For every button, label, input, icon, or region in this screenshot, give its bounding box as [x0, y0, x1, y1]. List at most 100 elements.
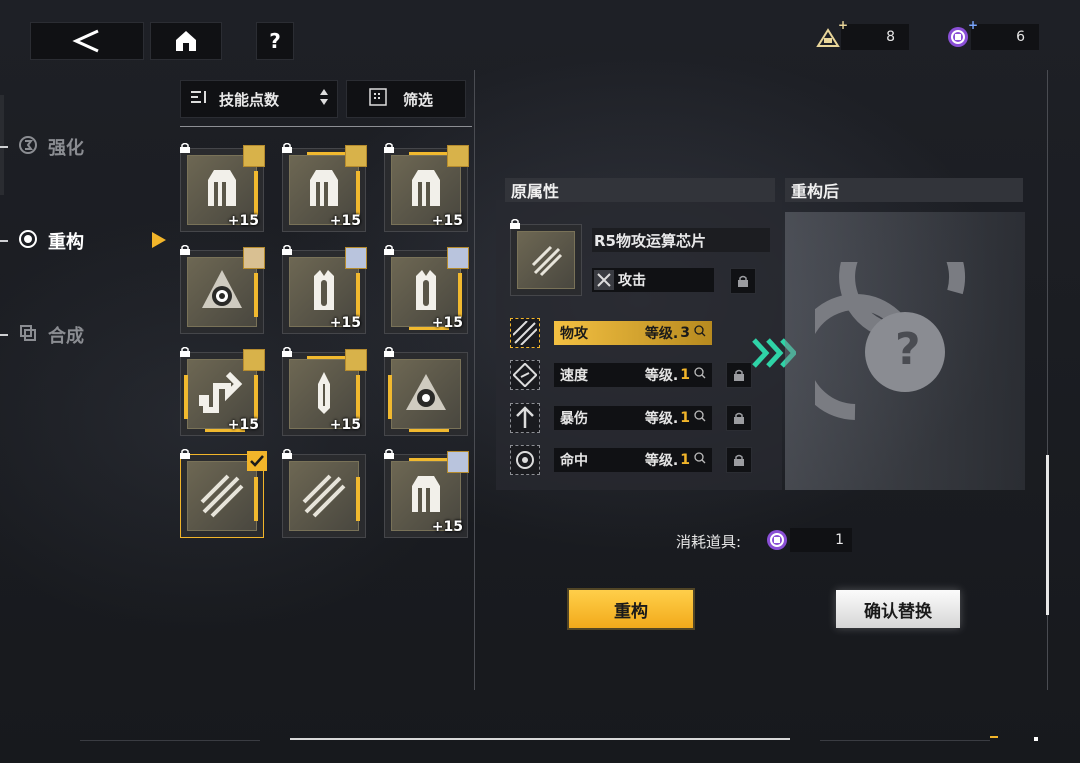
chip-card[interactable] — [180, 449, 267, 538]
chip-card[interactable]: +15 — [180, 143, 265, 232]
lock-icon — [730, 268, 756, 294]
currency-chip-value: 8 — [841, 24, 909, 50]
chip-rarity-bar — [307, 152, 347, 155]
back-arrow-icon — [72, 29, 102, 53]
confirm-replace-button[interactable]: 确认替换 — [836, 590, 960, 628]
chip-rarity-bar — [458, 273, 462, 317]
original-title: 原属性 — [505, 178, 775, 202]
chip-card[interactable]: +15 — [282, 143, 367, 232]
chip-rarity-bar — [254, 477, 258, 521]
nav-label-enhance: 强化 — [48, 138, 84, 159]
attribute-level: 1 — [680, 367, 690, 383]
rebuild-token-icon — [764, 527, 790, 553]
owner-avatar — [447, 145, 469, 167]
result-title: 重构后 — [785, 178, 1023, 202]
panel-divider-left — [474, 70, 475, 690]
main-stat: 攻击 — [592, 268, 714, 292]
attribute-row: 物攻 等级. 3 — [510, 318, 712, 348]
rebuild-token-icon: + — [945, 18, 978, 50]
lock-icon — [384, 245, 394, 255]
attribute-level-label: 等级. — [644, 368, 679, 384]
attribute-level-label: 等级. — [644, 411, 679, 427]
bottom-corner-mark — [990, 736, 998, 746]
owner-avatar — [345, 145, 367, 167]
chip-level: +15 — [329, 417, 361, 433]
sort-label: 技能点数 — [219, 90, 280, 109]
bottom-dot — [1034, 737, 1038, 741]
chip-level: +15 — [227, 213, 259, 229]
magnify-icon[interactable] — [694, 367, 706, 383]
chip-eye-icon — [406, 374, 446, 410]
lock-icon — [282, 143, 292, 153]
owner-avatar — [243, 247, 265, 269]
nav-item-synthesis[interactable]: 合成 — [0, 322, 84, 348]
cost-item: 1 — [764, 527, 852, 553]
chip-pillar-icon — [208, 170, 236, 206]
chip-preview — [510, 219, 582, 296]
filter-button[interactable]: 筛选 — [346, 80, 466, 118]
attribute-name: 物攻 — [560, 326, 588, 342]
sort-toggle-icon — [319, 88, 329, 110]
attribute-icon — [510, 403, 540, 433]
main-stat-label: 攻击 — [618, 273, 646, 289]
main-stat-lock-button[interactable] — [730, 268, 756, 294]
chip-level: +15 — [227, 417, 259, 433]
selected-row-pointer-icon — [152, 232, 166, 252]
chip-card[interactable] — [282, 449, 366, 538]
owner-avatar — [447, 247, 469, 269]
nav-dash — [0, 240, 8, 242]
lock-icon — [734, 412, 744, 424]
unknown-result-mark: ? — [895, 324, 921, 375]
cost-value: 1 — [790, 528, 852, 552]
chip-card[interactable] — [384, 347, 468, 436]
currency-chip[interactable]: + 8 — [815, 18, 909, 52]
magnify-icon[interactable] — [694, 325, 706, 341]
attribute-row: 暴伤 等级. 1 — [510, 403, 752, 433]
attribute-name: 速度 — [560, 368, 588, 384]
lock-icon — [180, 449, 190, 459]
attack-icon — [594, 270, 614, 290]
chip-card[interactable]: +15 — [282, 347, 367, 436]
chip-target-icon — [202, 270, 242, 308]
nav-label-rebuild: 重构 — [48, 232, 84, 253]
nav-item-enhance[interactable]: 强化 — [0, 134, 84, 160]
lock-icon — [282, 449, 292, 459]
sort-dropdown[interactable]: 技能点数 — [180, 80, 338, 118]
chip-slash-icon — [302, 474, 346, 518]
chip-spiked-icon — [416, 270, 436, 310]
cost-label: 消耗道具: — [676, 533, 742, 551]
help-button[interactable]: ? — [256, 22, 294, 60]
enhance-icon — [18, 135, 38, 159]
slash-icon — [531, 245, 563, 277]
currency-token[interactable]: + 6 — [945, 18, 1039, 52]
chip-rarity-bar — [307, 356, 347, 359]
chip-card[interactable]: +15 — [180, 347, 265, 436]
attribute-lock-button[interactable] — [726, 362, 752, 388]
rebuild-button[interactable]: 重构 — [569, 590, 693, 628]
chip-level: +15 — [431, 315, 463, 331]
filter-icon — [369, 88, 387, 110]
attribute-lock-button[interactable] — [726, 447, 752, 473]
scrollbar-thumb[interactable] — [1046, 455, 1049, 615]
chip-card[interactable]: +15 — [282, 245, 367, 334]
attribute-lock-button[interactable] — [726, 405, 752, 431]
question-mark-icon: ? — [269, 29, 281, 53]
bottom-rule — [820, 740, 990, 741]
magnify-icon[interactable] — [694, 452, 706, 468]
chip-card[interactable]: +15 — [384, 143, 469, 232]
lock-icon — [734, 369, 744, 381]
attribute-name: 命中 — [560, 453, 588, 469]
lock-icon — [180, 143, 190, 153]
home-button[interactable] — [150, 22, 222, 60]
chip-card[interactable] — [180, 245, 265, 334]
back-button[interactable] — [30, 22, 144, 60]
chip-card[interactable]: +15 — [384, 245, 469, 334]
nav-item-rebuild[interactable]: 重构 — [0, 228, 84, 254]
chip-card[interactable]: +15 — [384, 449, 469, 538]
attribute-row: 速度 等级. 1 — [510, 360, 752, 390]
owner-avatar — [345, 247, 367, 269]
magnify-icon[interactable] — [694, 410, 706, 426]
chip-level: +15 — [329, 315, 361, 331]
attribute-pill: 暴伤 等级. 1 — [554, 406, 712, 430]
lock-icon — [180, 245, 190, 255]
